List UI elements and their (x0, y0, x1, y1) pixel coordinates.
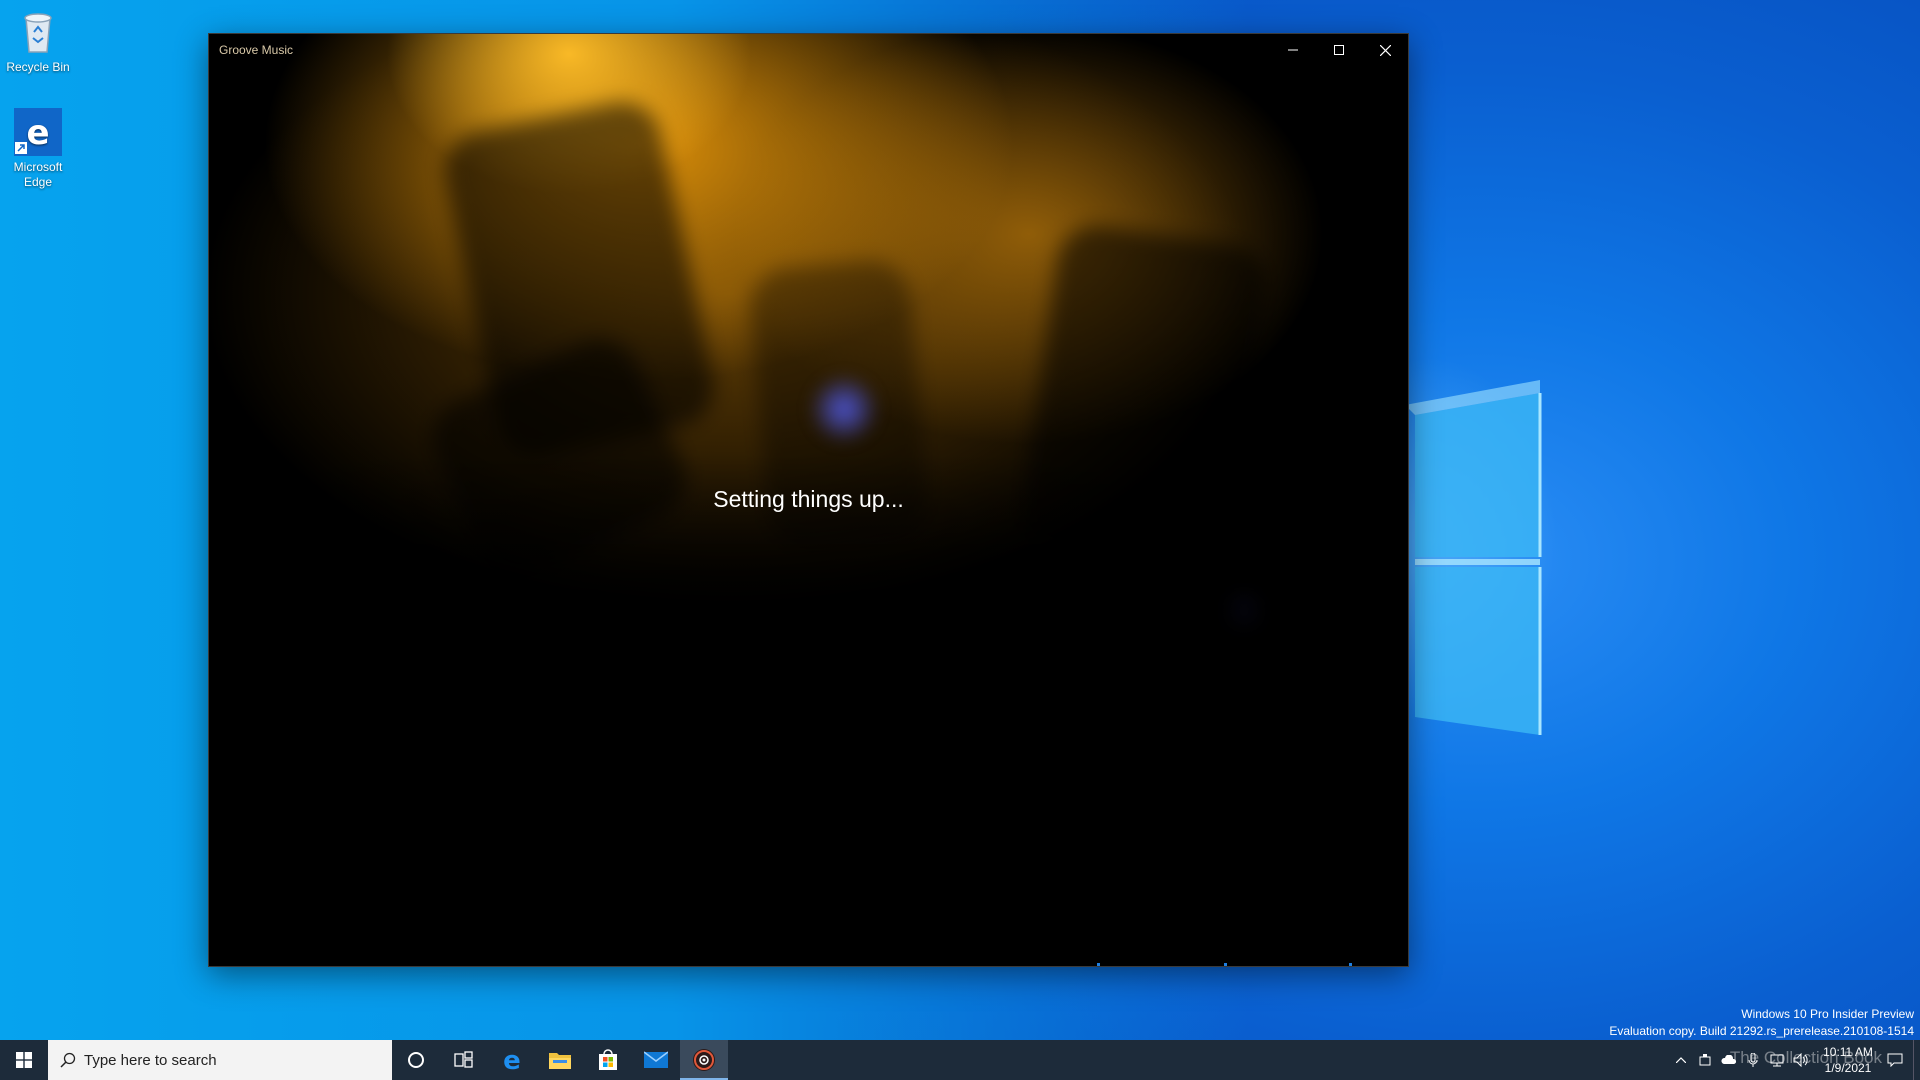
taskbar-edge-button[interactable]: e (488, 1040, 536, 1080)
minimize-icon (1288, 49, 1298, 51)
taskbar-search-box[interactable]: Type here to search (48, 1040, 392, 1080)
folder-icon (549, 1053, 571, 1069)
action-center-button[interactable] (1883, 1040, 1907, 1080)
start-button[interactable] (0, 1040, 48, 1080)
edge-icon: e (503, 1047, 521, 1073)
overlay-watermark: The Collection Book (1729, 1048, 1882, 1067)
tray-usb-button[interactable] (1693, 1040, 1717, 1080)
edge-icon: e (14, 108, 62, 156)
desktop-icon-edge[interactable]: e Microsoft Edge (0, 108, 76, 190)
svg-text:e: e (503, 1047, 521, 1073)
close-icon (1379, 44, 1391, 56)
groove-music-icon (693, 1049, 715, 1071)
search-placeholder: Type here to search (84, 1051, 217, 1069)
windows-logo (1405, 380, 1542, 735)
windows-start-icon (16, 1052, 32, 1068)
title-bar[interactable]: Groove Music (209, 34, 1408, 66)
minimize-button[interactable] (1270, 34, 1316, 66)
show-hidden-icons-button[interactable] (1669, 1040, 1693, 1080)
loading-dot (1224, 963, 1227, 966)
recycle-bin-icon (14, 8, 62, 56)
desktop-icon-recycle-bin[interactable]: Recycle Bin (0, 8, 76, 75)
taskbar: Type here to search e 10:11 AM 1/9/2021 … (0, 1040, 1920, 1080)
cortana-button[interactable] (392, 1040, 440, 1080)
watermark-line-2: Evaluation copy. Build 21292.rs_prerelea… (1609, 1024, 1914, 1038)
groove-music-window[interactable]: Groove Music Setting things up... (208, 33, 1409, 967)
loading-dot (1349, 963, 1352, 966)
desktop-icon-label: Recycle Bin (6, 60, 70, 74)
search-icon (60, 1052, 76, 1068)
loading-dots (209, 963, 1408, 966)
chevron-up-icon (1676, 1057, 1686, 1063)
taskbar-groove-music-button[interactable] (680, 1040, 728, 1080)
cortana-icon (408, 1052, 424, 1068)
task-view-button[interactable] (440, 1040, 488, 1080)
build-watermark: Windows 10 Pro Insider Preview Evaluatio… (1609, 1006, 1914, 1040)
taskbar-store-button[interactable] (584, 1040, 632, 1080)
svg-text:e: e (26, 113, 49, 153)
usb-icon (1699, 1054, 1711, 1066)
notification-icon (1887, 1053, 1903, 1067)
status-text: Setting things up... (713, 486, 904, 512)
taskbar-mail-button[interactable] (632, 1040, 680, 1080)
mail-icon (644, 1051, 668, 1068)
app-title: Groove Music (219, 43, 294, 57)
maximize-icon (1334, 45, 1344, 55)
light-orb (809, 374, 879, 444)
close-button[interactable] (1362, 34, 1408, 66)
store-icon (599, 1049, 617, 1070)
loading-dot (1097, 963, 1100, 966)
taskbar-file-explorer-button[interactable] (536, 1040, 584, 1080)
task-view-icon (454, 1051, 473, 1068)
background-fade (209, 454, 1408, 966)
watermark-line-1: Windows 10 Pro Insider Preview (1741, 1007, 1914, 1021)
show-desktop-button[interactable] (1913, 1040, 1920, 1080)
desktop-icon-label: Microsoft Edge (13, 160, 63, 189)
maximize-button[interactable] (1316, 34, 1362, 66)
